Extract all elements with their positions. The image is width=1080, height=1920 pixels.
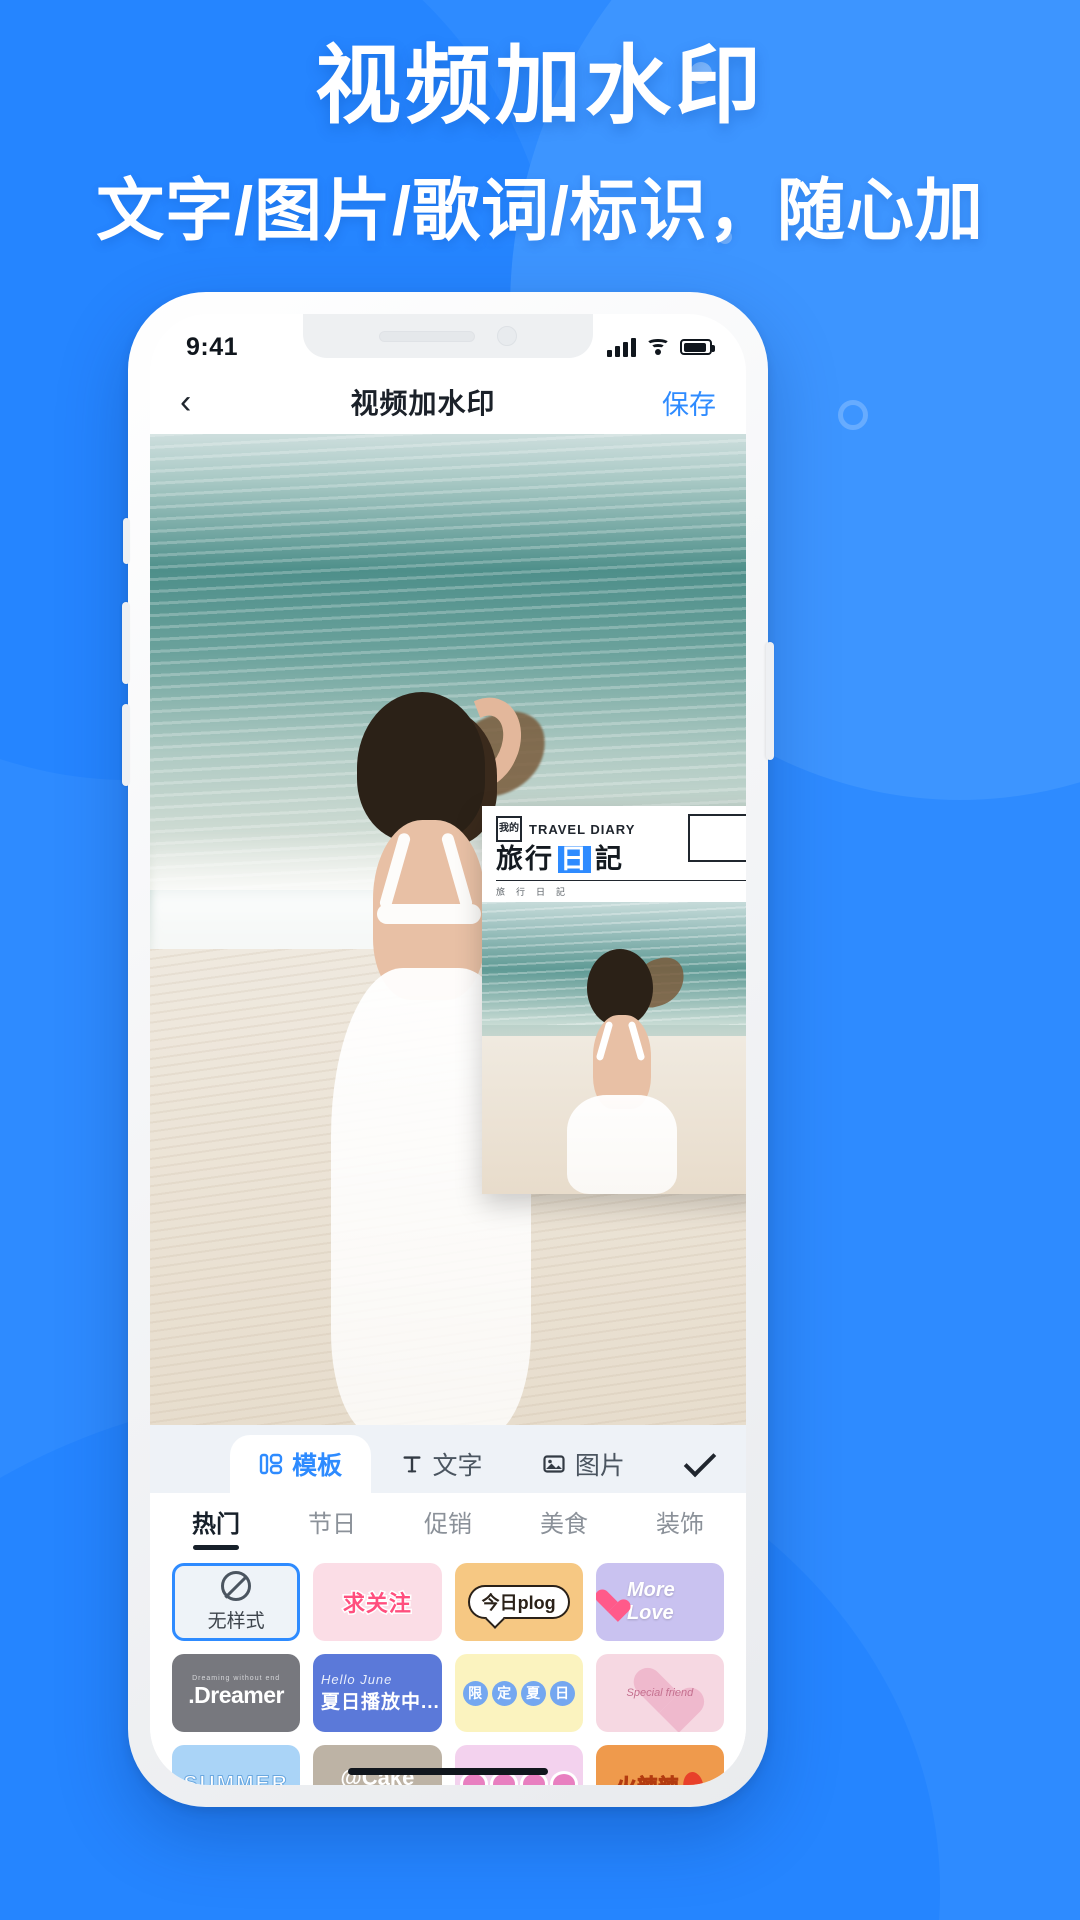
watermark-card-header: 我的 TRAVEL DIARY 旅行 日 記 旅 行 日 記 — [482, 806, 746, 902]
template-label-spicy-hot: 火辣辣 — [616, 1770, 679, 1785]
decorative-ring-small-icon — [838, 400, 868, 430]
page-title: 视频加水印 — [350, 388, 496, 419]
template-char-3: 夏 — [520, 1680, 546, 1706]
status-time: 9:41 — [186, 332, 239, 361]
template-item-summer[interactable]: SUMMER — [172, 1745, 301, 1786]
template-label-today-plog: 今日plog — [467, 1585, 570, 1619]
no-style-slash-icon — [221, 1571, 252, 1601]
status-icons — [607, 337, 715, 357]
phone-screen: 9:41 ‹ 视频加水印 保存 我的 TRAVEL DIARY 旅行 日 記 旅… — [150, 314, 746, 1785]
watermark-card-photo — [482, 902, 746, 1194]
tab-template[interactable]: 模板 — [230, 1435, 372, 1493]
tab-text[interactable]: 文字 — [371, 1435, 512, 1493]
phone-power-button — [766, 642, 774, 760]
template-item-at-cake[interactable]: @Cake 暖暖的光的一天 — [313, 1745, 442, 1785]
confirm-check-button[interactable] — [654, 1435, 746, 1493]
video-preview[interactable]: 我的 TRAVEL DIARY 旅行 日 記 旅 行 日 記 — [150, 434, 746, 1425]
text-t-icon — [401, 1453, 423, 1475]
watermark-title-part2: 記 — [595, 844, 624, 874]
watermark-badge: 我的 — [496, 816, 522, 842]
template-item-xiari-xianding[interactable]: 限 定 夏 日 — [454, 1654, 583, 1732]
template-label-none-style: 无样式 — [207, 1611, 265, 1632]
phone-volume-up-button — [122, 602, 130, 684]
battery-icon — [680, 339, 715, 355]
earpiece-speaker-icon — [379, 330, 475, 342]
category-tab-food[interactable]: 美食 — [506, 1504, 622, 1545]
category-tab-promotion[interactable]: 促销 — [390, 1504, 506, 1545]
phone-notch — [303, 314, 593, 358]
template-item-today-plog[interactable]: 今日plog — [454, 1563, 583, 1641]
template-item-dreamer[interactable]: Dreaming without end .Dreamer — [172, 1654, 301, 1732]
template-label-dreamer: .Dreamer — [188, 1681, 284, 1708]
template-label-hello-june: 夏日播放中... — [320, 1692, 440, 1713]
cellular-signal-icon — [607, 337, 636, 357]
home-indicator — [348, 1768, 548, 1775]
app-nav-bar: ‹ 视频加水印 保存 — [150, 370, 746, 434]
flame-icon — [681, 1770, 705, 1785]
phone-mockup: 9:41 ‹ 视频加水印 保存 我的 TRAVEL DIARY 旅行 日 記 旅… — [122, 292, 774, 1807]
template-label-summer: SUMMER — [183, 1772, 289, 1786]
check-icon — [683, 1444, 717, 1478]
back-chevron-left-icon[interactable]: ‹ — [180, 385, 226, 419]
template-item-pink-flowers[interactable] — [454, 1745, 583, 1785]
template-item-more-love[interactable]: More Love — [595, 1563, 724, 1641]
template-sub-hello-june: Hello June — [320, 1672, 393, 1687]
watermark-title-highlight: 日 — [558, 844, 591, 874]
image-picture-icon — [542, 1452, 566, 1476]
phone-volume-down-button — [122, 704, 130, 786]
watermark-frame-box-icon — [688, 814, 746, 862]
tab-template-label: 模板 — [292, 1452, 343, 1480]
flower-icon-2 — [492, 1774, 515, 1785]
save-button[interactable]: 保存 — [620, 383, 716, 422]
tab-image-label: 图片 — [574, 1452, 625, 1480]
watermark-preview-card[interactable]: 我的 TRAVEL DIARY 旅行 日 記 旅 行 日 記 — [482, 806, 746, 1194]
template-item-special-friend[interactable]: Special friend — [595, 1654, 724, 1732]
tab-image[interactable]: 图片 — [513, 1435, 654, 1493]
watermark-eng-title: TRAVEL DIARY — [529, 821, 636, 837]
editor-tab-bar: 模板 文字 图片 — [150, 1425, 746, 1493]
promo-headline: 视频加水印 — [315, 38, 765, 134]
promo-subheadline: 文字/图片/歌词/标识，随心加 — [96, 172, 984, 249]
template-label-more-love: More Love — [626, 1579, 675, 1624]
template-char-1: 限 — [462, 1680, 488, 1706]
template-grid: 无样式 求关注 今日plog More Love Dreaming withou… — [150, 1555, 746, 1785]
flower-icon-4 — [552, 1774, 575, 1785]
template-item-spicy-hot[interactable]: 火辣辣 — [595, 1745, 724, 1785]
promo-headline-block: 视频加水印 文字/图片/歌词/标识，随心加 — [0, 40, 1080, 254]
wifi-icon — [646, 338, 670, 356]
category-tab-decoration[interactable]: 装饰 — [622, 1504, 738, 1545]
template-char-4: 日 — [549, 1680, 575, 1706]
watermark-sub-4: 記 — [556, 887, 567, 897]
template-grid-icon — [259, 1452, 283, 1476]
template-sub-dreamer: Dreaming without end — [192, 1674, 281, 1682]
flower-icon-1 — [462, 1774, 485, 1785]
front-camera-icon — [497, 326, 517, 346]
template-label-special-friend: Special friend — [626, 1687, 694, 1699]
category-tab-festival[interactable]: 节日 — [274, 1504, 390, 1545]
template-label-follow-me: 求关注 — [341, 1590, 412, 1618]
watermark-sub-3: 日 — [536, 887, 547, 897]
tab-text-label: 文字 — [432, 1452, 483, 1480]
flower-icon-3 — [522, 1774, 545, 1785]
category-tab-row: 热门 节日 促销 美食 装饰 — [150, 1493, 746, 1555]
template-item-follow-me[interactable]: 求关注 — [313, 1563, 442, 1641]
watermark-sub-2: 行 — [516, 887, 527, 897]
editor-panel: 模板 文字 图片 热门 节日 促销 美食 装饰 无样式 求关注 今日plog M… — [150, 1425, 746, 1785]
watermark-title-part1: 旅行 — [496, 844, 554, 874]
phone-mute-switch — [123, 518, 130, 564]
template-item-hello-june[interactable]: Hello June 夏日播放中... — [313, 1654, 442, 1732]
category-tab-hot[interactable]: 热门 — [158, 1504, 274, 1545]
template-item-none-style[interactable]: 无样式 — [172, 1563, 301, 1641]
template-char-2: 定 — [491, 1680, 517, 1706]
heart-icon — [596, 1590, 621, 1614]
watermark-sub-1: 旅 — [496, 887, 507, 897]
